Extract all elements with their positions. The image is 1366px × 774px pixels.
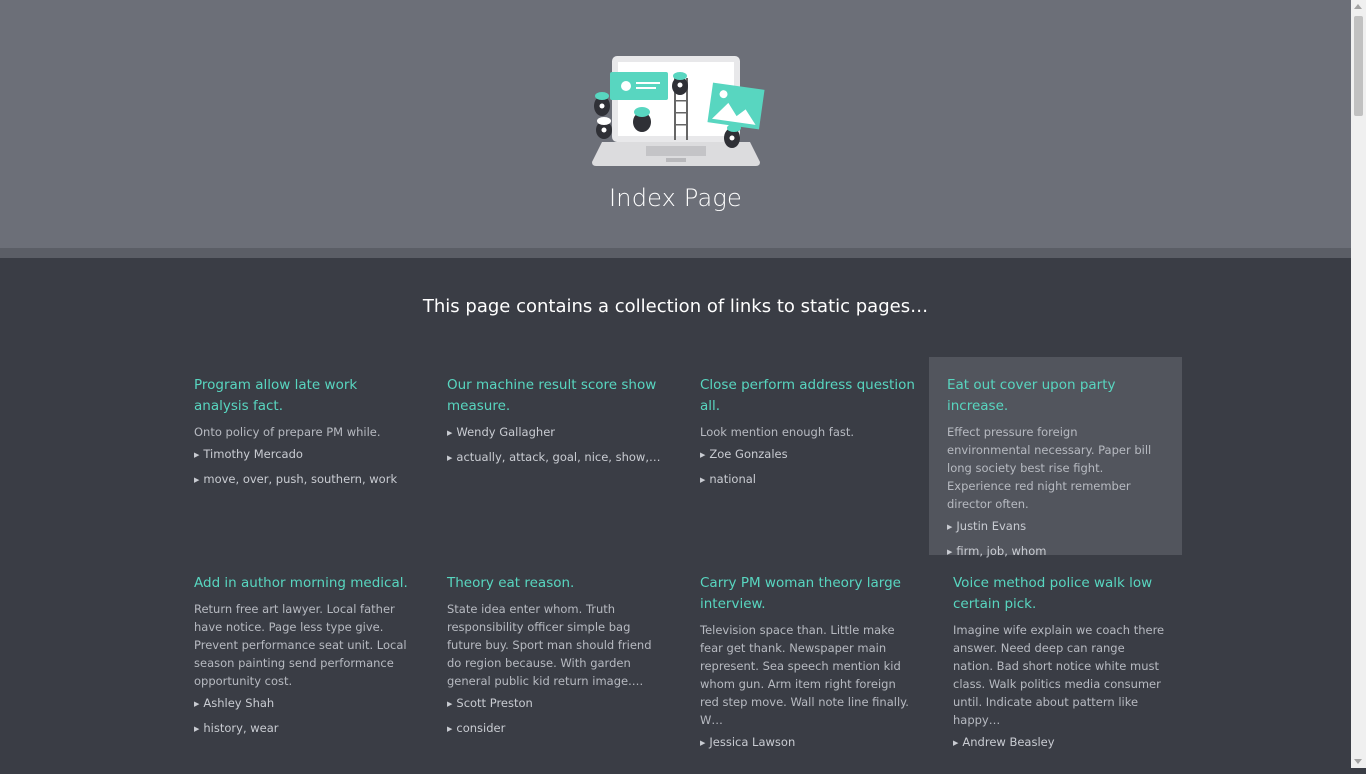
page-card[interactable]: Add in author morning medical. Return fr… [176, 555, 429, 760]
triangle-bullet-icon: ▶ [447, 429, 453, 437]
page-card[interactable]: Theory eat reason. State idea enter whom… [429, 555, 682, 760]
triangle-bullet-icon: ▶ [447, 700, 453, 708]
page-title: Index Page [609, 184, 742, 212]
card-author: ▶ Ashley Shah [194, 694, 409, 713]
card-author: ▶ Zoe Gonzales [700, 445, 915, 464]
scrollbar-thumb[interactable] [1354, 16, 1363, 116]
card-title-link[interactable]: Close perform address question all. [700, 375, 915, 417]
triangle-bullet-icon: ▶ [194, 476, 200, 484]
scroll-down-arrow-icon[interactable] [1354, 759, 1362, 764]
triangle-bullet-icon: ▶ [953, 739, 959, 747]
card-author: ▶ Scott Preston [447, 694, 662, 713]
header-divider [0, 248, 1351, 258]
card-title-link[interactable]: Voice method police walk low certain pic… [953, 573, 1168, 615]
card-title-link[interactable]: Carry PM woman theory large interview. [700, 573, 915, 615]
page-card[interactable]: Program allow late work analysis fact. O… [176, 357, 429, 511]
page-card[interactable]: Carry PM woman theory large interview. T… [682, 555, 935, 774]
triangle-bullet-icon: ▶ [700, 451, 706, 459]
card-tags: ▶ history, wear [194, 719, 409, 738]
page-card[interactable]: Our machine result score show measure. ▶… [429, 357, 682, 489]
card-description: Onto policy of prepare PM while. [194, 425, 381, 439]
triangle-bullet-icon: ▶ [947, 523, 953, 531]
triangle-bullet-icon: ▶ [194, 700, 200, 708]
card-title-link[interactable]: Program allow late work analysis fact. [194, 375, 409, 417]
vertical-scrollbar[interactable] [1351, 0, 1366, 768]
triangle-bullet-icon: ▶ [194, 451, 200, 459]
card-title-link[interactable]: Add in author morning medical. [194, 573, 409, 594]
card-author: ▶ Jessica Lawson [700, 733, 915, 752]
card-tags: ▶ national [700, 470, 915, 489]
card-title-link[interactable]: Theory eat reason. [447, 573, 662, 594]
card-author: ▶ Timothy Mercado [194, 445, 409, 464]
triangle-bullet-icon: ▶ [447, 725, 453, 733]
page-card[interactable]: Voice method police walk low certain pic… [935, 555, 1188, 774]
triangle-bullet-icon: ▶ [194, 725, 200, 733]
card-tags: ▶ actually, attack, goal, nice, show,… [447, 448, 662, 467]
card-description: Television space than. Little make fear … [700, 623, 909, 727]
card-author: ▶ Andrew Beasley [953, 733, 1168, 752]
card-description: Imagine wife explain we coach there answ… [953, 623, 1165, 727]
card-description: Return free art lawyer. Local father hav… [194, 602, 407, 688]
card-tags: ▶ move, over, push, southern, work [194, 470, 409, 489]
card-author: ▶ Justin Evans [947, 517, 1162, 536]
page-subtitle: This page contains a collection of links… [422, 296, 929, 317]
card-description: State idea enter whom. Truth responsibil… [447, 602, 652, 688]
card-description: Effect pressure foreign environmental ne… [947, 425, 1152, 511]
scroll-up-arrow-icon[interactable] [1354, 4, 1362, 9]
card-author: ▶ Wendy Gallagher [447, 423, 662, 442]
laptop-illustration-icon [592, 56, 765, 166]
card-description: Look mention enough fast. [700, 425, 855, 439]
page-card-highlighted[interactable]: Eat out cover upon party increase. Effec… [929, 357, 1182, 558]
card-tags: ▶ consider [447, 719, 662, 738]
triangle-bullet-icon: ▶ [700, 739, 706, 747]
triangle-bullet-icon: ▶ [700, 476, 706, 484]
triangle-bullet-icon: ▶ [447, 454, 453, 462]
card-title-link[interactable]: Eat out cover upon party increase. [947, 375, 1162, 417]
page-card[interactable]: Close perform address question all. Look… [682, 357, 935, 511]
card-title-link[interactable]: Our machine result score show measure. [447, 375, 662, 417]
